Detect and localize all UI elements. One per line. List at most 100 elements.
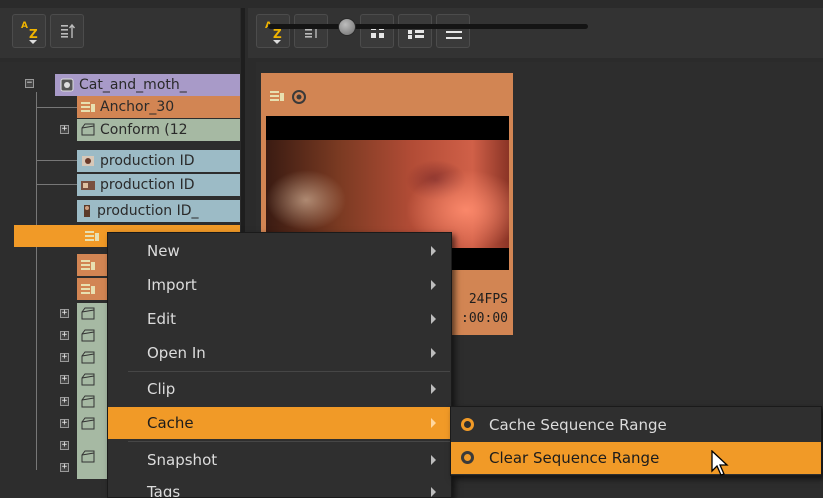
bin-icon [81, 417, 95, 430]
bin-icon [81, 450, 95, 463]
submenu-arrow-icon [431, 280, 436, 290]
menu-item-label: Cache Sequence Range [489, 416, 667, 434]
tree-item-bin[interactable] [77, 325, 107, 347]
submenu-arrow-icon [431, 314, 436, 324]
tree-item-bin[interactable] [77, 303, 107, 325]
sort-az-icon-z: Z [273, 27, 282, 41]
bin-icon [81, 395, 95, 408]
card-fps: 24FPS [468, 292, 508, 307]
card-icons [269, 89, 307, 105]
tree-item-bin[interactable]: Conform (12 [77, 119, 240, 141]
left-toolbar: A Z [0, 8, 240, 58]
bin-icon [81, 351, 95, 364]
expand-icon[interactable]: + [60, 441, 69, 450]
mouse-cursor-icon [711, 450, 729, 476]
dropdown-arrow-icon [273, 40, 281, 44]
menu-item-clear-sequence-range[interactable]: Clear Sequence Range [451, 442, 821, 474]
right-toolbar: A Z [248, 8, 823, 58]
cache-icon [461, 418, 474, 431]
tree-item-label: production ID [100, 177, 195, 193]
cache-submenu: Cache Sequence Range Clear Sequence Rang… [450, 406, 822, 476]
sequence-icon [81, 102, 95, 112]
list-view-button[interactable] [436, 14, 470, 48]
sequence-icon [81, 260, 95, 270]
menu-item-cache-sequence-range[interactable]: Cache Sequence Range [451, 409, 821, 441]
submenu-arrow-icon [431, 246, 436, 256]
menu-item-label: Snapshot [147, 451, 218, 469]
tree-item-bin[interactable] [77, 347, 107, 369]
menu-item-label: Clear Sequence Range [489, 449, 660, 467]
menu-item-edit[interactable]: Edit [108, 303, 451, 335]
zoom-slider[interactable] [268, 24, 588, 29]
sequence-icon [270, 91, 284, 101]
tree-connector [37, 160, 77, 161]
tree-connector [37, 107, 77, 108]
tree-item-clip[interactable]: production ID_ [77, 200, 240, 222]
tree-item-sequence[interactable] [77, 278, 107, 300]
tree-item-bin[interactable] [77, 435, 107, 479]
thumbnail-view-button[interactable] [360, 14, 394, 48]
clip-icon [82, 156, 94, 166]
bin-icon [81, 373, 95, 386]
expand-icon[interactable]: + [60, 463, 69, 472]
menu-item-label: Clip [147, 380, 176, 398]
tree-item-bin[interactable] [77, 369, 107, 391]
menu-item-new[interactable]: New [108, 235, 451, 267]
menu-item-cache[interactable]: Cache [108, 407, 451, 439]
menu-item-label: Cache [147, 414, 194, 432]
tree-item-label: Anchor_30 [100, 99, 175, 115]
menu-item-import[interactable]: Import [108, 269, 451, 301]
sort-order-button[interactable] [50, 14, 84, 48]
tree-item-clip[interactable]: production ID [77, 150, 240, 172]
context-menu: New Import Edit Open In Clip Cache Snaps… [107, 232, 452, 498]
expand-icon[interactable]: + [60, 375, 69, 384]
tree-item-bin[interactable] [77, 413, 107, 435]
menu-separator [128, 371, 450, 372]
expand-icon[interactable]: + [60, 309, 69, 318]
bin-icon [81, 307, 95, 320]
submenu-arrow-icon [431, 487, 436, 497]
menu-item-label: Import [147, 276, 197, 294]
clear-cache-icon [461, 451, 474, 464]
tree-item-label: Cat_and_moth_ [79, 77, 187, 93]
cache-icon [292, 90, 306, 104]
sort-az-icon-a: A [21, 21, 28, 31]
menu-item-tags[interactable]: Tags [108, 476, 451, 498]
sort-order-button-right[interactable] [294, 14, 328, 48]
tree-connector [37, 184, 77, 185]
sort-az-button-right[interactable]: A Z [256, 14, 290, 48]
collapse-icon[interactable]: − [25, 79, 34, 88]
expand-icon[interactable]: + [60, 397, 69, 406]
sort-az-button[interactable]: A Z [12, 14, 46, 48]
expand-icon[interactable]: + [60, 125, 69, 134]
sort-order-icon [61, 23, 76, 38]
tree-item-sequence[interactable]: Anchor_30 [77, 96, 240, 118]
submenu-arrow-icon [431, 348, 436, 358]
expand-icon[interactable]: + [60, 419, 69, 428]
card-timecode: :00:00 [461, 311, 508, 326]
menu-item-snapshot[interactable]: Snapshot [108, 444, 451, 476]
menu-item-clip[interactable]: Clip [108, 373, 451, 405]
menu-item-label: Open In [147, 344, 206, 362]
expand-icon[interactable]: + [60, 331, 69, 340]
detail-view-button[interactable] [398, 14, 432, 48]
expand-icon[interactable]: + [60, 353, 69, 362]
clip-icon [84, 205, 90, 217]
submenu-arrow-icon [431, 384, 436, 394]
tree-line [36, 92, 37, 470]
clip-icon [81, 181, 95, 190]
menu-item-label: Tags [147, 483, 181, 498]
tree-item-project[interactable]: Cat_and_moth_ [55, 74, 240, 96]
bin-icon [81, 329, 95, 342]
menu-item-label: New [147, 242, 180, 260]
tree-item-bin[interactable] [77, 391, 107, 413]
submenu-arrow-icon [431, 418, 436, 428]
tree-item-sequence[interactable] [77, 254, 107, 276]
menu-item-open-in[interactable]: Open In [108, 337, 451, 369]
dropdown-arrow-icon [29, 40, 37, 44]
sort-az-icon-z: Z [29, 27, 38, 41]
zoom-slider-handle[interactable] [338, 18, 356, 36]
bin-icon [81, 123, 95, 136]
tree-item-clip[interactable]: production ID [77, 174, 240, 196]
submenu-arrow-icon [431, 455, 436, 465]
